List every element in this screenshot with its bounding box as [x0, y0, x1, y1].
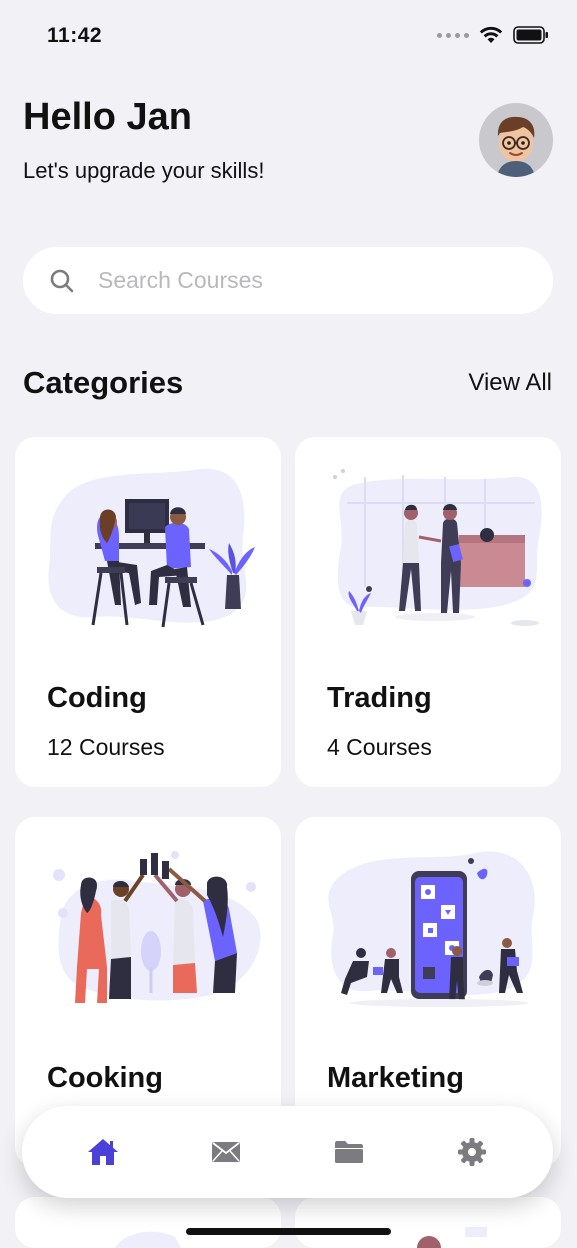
battery-icon [513, 26, 548, 44]
category-card-trading[interactable]: Trading 4 Courses [295, 437, 561, 787]
category-title: Cooking [47, 1062, 163, 1094]
mail-icon [212, 1142, 241, 1162]
greeting-title: Hello Jan [23, 96, 192, 138]
category-count: 4 Courses [327, 734, 432, 760]
memoji-avatar-icon [497, 116, 535, 177]
coding-illustration [48, 468, 255, 628]
categories-heading: Categories [23, 365, 184, 400]
view-all-link[interactable]: View All [468, 369, 552, 397]
tab-home[interactable] [73, 1122, 133, 1182]
status-bar: 11:42 [0, 0, 577, 70]
cooking-illustration [53, 851, 261, 1003]
search-input[interactable] [98, 267, 498, 294]
greeting-subtitle: Let's upgrade your skills! [23, 158, 265, 183]
category-title: Marketing [327, 1062, 464, 1094]
search-bar[interactable] [23, 247, 553, 314]
tab-settings[interactable] [442, 1122, 502, 1182]
home-indicator[interactable] [186, 1228, 391, 1235]
status-time: 11:42 [47, 24, 103, 47]
category-title: Coding [47, 682, 147, 714]
home-icon [88, 1139, 119, 1165]
category-card[interactable] [15, 1197, 281, 1248]
gear-icon [457, 1138, 486, 1166]
wifi-icon [479, 26, 503, 43]
signal-icon [437, 32, 469, 38]
tab-messages[interactable] [196, 1122, 256, 1182]
trading-illustration [333, 469, 542, 626]
category-title: Trading [327, 682, 432, 714]
marketing-illustration [328, 851, 535, 1007]
category-card[interactable] [295, 1197, 561, 1248]
card-illustration [417, 1227, 487, 1248]
tab-bar [22, 1106, 553, 1198]
card-illustration [115, 1231, 181, 1248]
tab-files[interactable] [319, 1122, 379, 1182]
category-card-coding[interactable]: Coding 12 Courses [15, 437, 281, 787]
avatar[interactable] [479, 103, 553, 177]
folder-icon [334, 1141, 363, 1163]
status-icons [437, 26, 549, 44]
category-count: 12 Courses [47, 734, 165, 760]
search-icon [50, 269, 74, 292]
